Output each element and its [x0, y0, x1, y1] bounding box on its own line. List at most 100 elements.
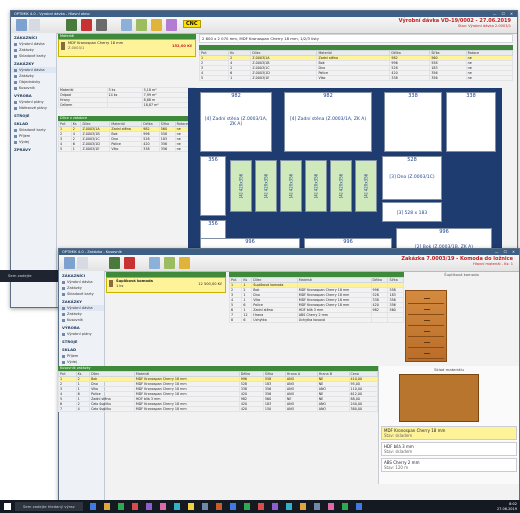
table-row[interactable]: 3 1 Dno MDF Kronospan Cherry 18 mm 528 183	[228, 292, 404, 298]
stock-entry[interactable]: HDF bílá 3 mm Stav: skladem	[381, 442, 517, 456]
open-icon[interactable]	[29, 19, 40, 31]
layout-piece[interactable]: 528 [3] Dno (Z.0003/1C)	[382, 156, 442, 200]
sidebar-section[interactable]: ZÁKAZNÍCI	[11, 33, 56, 41]
taskbar-app-icon[interactable]	[118, 503, 124, 510]
taskbar-app-icon[interactable]	[202, 503, 208, 510]
sidebar-item-label: Výdej	[67, 360, 77, 364]
piece-label: [3] Dno (Z.0003/1C)	[389, 174, 435, 180]
cabinet-preview[interactable]	[405, 290, 447, 362]
sidebar-section[interactable]: VÝROBA	[59, 323, 104, 331]
taskbar-app-icon[interactable]	[272, 503, 278, 510]
layout-piece[interactable]: 356	[200, 156, 226, 216]
layout-piece-shelf[interactable]: [4] 420x356	[355, 160, 377, 212]
table-row[interactable]: 8 6 Úchytka Úchytka kovová	[228, 317, 404, 323]
taskbar-app-icon[interactable]	[342, 503, 348, 510]
windows-start-icon[interactable]	[4, 503, 11, 510]
taskbar-app-icon[interactable]	[314, 503, 320, 510]
new-icon[interactable]	[16, 19, 27, 31]
taskbar-app-icon[interactable]	[258, 503, 264, 510]
tools-icon[interactable]	[96, 19, 107, 31]
item-icon	[14, 134, 17, 138]
taskbar-app-icon[interactable]	[146, 503, 152, 510]
open-icon[interactable]	[77, 257, 88, 269]
sidebar-section[interactable]: ZPRÁVY	[11, 145, 56, 153]
table-row[interactable]: 2 2 Bok MDF Kronospan Cherry 18 mm 996 558	[228, 287, 404, 293]
taskbar-app-icon[interactable]	[174, 503, 180, 510]
export-icon[interactable]	[151, 19, 162, 31]
sidebar-item[interactable]: Výrobní plány	[59, 331, 104, 337]
table-row[interactable]: 5 1 Z.0003/1E Víko 338 356 ne	[58, 146, 197, 152]
layout-piece[interactable]: 982 [4] Zadní stěna (Z.0003/1A, ZK A)	[200, 92, 272, 152]
material-row[interactable]: MDF Kronospan Cherry 18 mm Z.0003/1 152,…	[58, 39, 196, 57]
sidebar-item-label: Zakázky	[67, 286, 82, 290]
taskbar-app-icon[interactable]	[216, 503, 222, 510]
layout-piece[interactable]: 338	[446, 92, 496, 152]
product-panel: Šuplíková komoda 1 ks 12 500,00 Kč	[106, 272, 226, 293]
sidebar-section[interactable]: SKLAD	[59, 345, 104, 353]
cnc-button[interactable]: CNC	[183, 20, 201, 28]
sidebar-item[interactable]: Kusovník	[11, 85, 56, 91]
export-icon[interactable]	[179, 257, 190, 269]
table-row[interactable]: 5 6 Police MDF Kronospan Cherry 18 mm 420 356	[228, 302, 404, 308]
sidebar-section[interactable]: ZAKÁZKY	[11, 59, 56, 67]
sidebar-section[interactable]: STROJE	[59, 337, 104, 345]
table-row[interactable]: Celkem 18,87 m²	[58, 102, 197, 108]
stock-entry[interactable]: MDF Kronospan Cherry 18 mm Stav: skladem	[381, 426, 517, 440]
taskbar-app-icon[interactable]	[160, 503, 166, 510]
print-icon[interactable]	[166, 19, 177, 31]
table-cell: 338	[141, 146, 160, 152]
delete-icon[interactable]	[81, 19, 92, 31]
layout-icon[interactable]	[109, 257, 120, 269]
layout-piece-shelf[interactable]: [4] 420x356	[280, 160, 302, 212]
taskbar-app-icon[interactable]	[300, 503, 306, 510]
settings-icon[interactable]	[121, 19, 132, 31]
sidebar-item-label: Výrobní dávka	[19, 68, 45, 72]
sidebar-item[interactable]: Skladové karty	[11, 53, 56, 59]
layout-piece-shelf[interactable]: [4] 420x356	[230, 160, 252, 212]
sidebar-section[interactable]: VÝROBA	[11, 91, 56, 99]
product-row[interactable]: Šuplíková komoda 1 ks 12 500,00 Kč	[106, 277, 226, 293]
sidebar-item[interactable]: Nářezové plány	[11, 105, 56, 111]
sidebar-item-label: Nářezové plány	[19, 106, 47, 110]
layout-piece[interactable]: [3] 528 x 183	[382, 202, 442, 222]
taskbar-app-icon[interactable]	[286, 503, 292, 510]
taskbar-app-icon[interactable]	[90, 503, 96, 510]
taskbar-app-icon[interactable]	[132, 503, 138, 510]
sidebar-section[interactable]: SKLAD	[11, 119, 56, 127]
taskbar-app-icon[interactable]	[356, 503, 362, 510]
layout-piece-shelf[interactable]: [4] 420x356	[330, 160, 352, 212]
table-row[interactable]: 7 4 Čelo šuplíku MDF Kronospan Cherry 18 mm…	[58, 406, 379, 412]
sidebar-item[interactable]: Výdej	[11, 139, 56, 145]
layout-piece[interactable]: 982 [4] Zadní stěna (Z.0003/1A, ZK A)	[284, 92, 372, 152]
taskbar-app-icon[interactable]	[188, 503, 194, 510]
layout-piece[interactable]: 338	[384, 92, 442, 152]
edit-icon[interactable]	[164, 257, 175, 269]
sidebar-section[interactable]: ZAKÁZKY	[59, 297, 104, 305]
piece-label: [4] Zadní stěna (Z.0003/1A, ZK A)	[289, 117, 367, 123]
item-icon	[14, 68, 17, 72]
settings-icon[interactable]	[149, 257, 160, 269]
stock-entry[interactable]: ABS Cherry 2 mm Stav: 120 m	[381, 458, 517, 472]
table-row[interactable]: 5 1 Z.0003/1E Víko 338 356 ne	[198, 75, 514, 81]
taskbar-app-icon[interactable]	[328, 503, 334, 510]
table-row[interactable]: 4 1 Víko MDF Kronospan Cherry 18 mm 338 356	[228, 297, 404, 303]
item-icon	[14, 128, 17, 132]
sidebar-item[interactable]: Skladové karty	[59, 291, 104, 297]
desktop-search-bar[interactable]: Sem zadejte	[0, 270, 60, 282]
item-icon	[62, 354, 65, 358]
layout-piece-shelf[interactable]: [4] 420x356	[305, 160, 327, 212]
taskbar-search[interactable]: Sem zadejte hledaný výraz	[15, 502, 83, 511]
sidebar-section[interactable]: STROJE	[11, 111, 56, 119]
layout-piece-shelf[interactable]: [4] 420x356	[255, 160, 277, 212]
sidebar-item[interactable]: Kusovník	[59, 317, 104, 323]
taskbar-app-icon[interactable]	[104, 503, 110, 510]
taskbar-app-icon[interactable]	[244, 503, 250, 510]
sidebar-section[interactable]: ZÁKAZNÍCI	[59, 271, 104, 279]
layout-list: Poř. Ks Dílec Materiál Délka Šířka Rotace 1 2 Z.0…	[198, 50, 514, 81]
edit-icon[interactable]	[136, 19, 147, 31]
new-icon[interactable]	[64, 257, 75, 269]
table-row[interactable]: 6 1 Zadní stěna HDF bílá 3 mm 982 560	[228, 307, 404, 313]
delete-icon[interactable]	[124, 257, 135, 269]
taskbar-app-icon[interactable]	[230, 503, 236, 510]
layout-icon[interactable]	[66, 19, 77, 31]
